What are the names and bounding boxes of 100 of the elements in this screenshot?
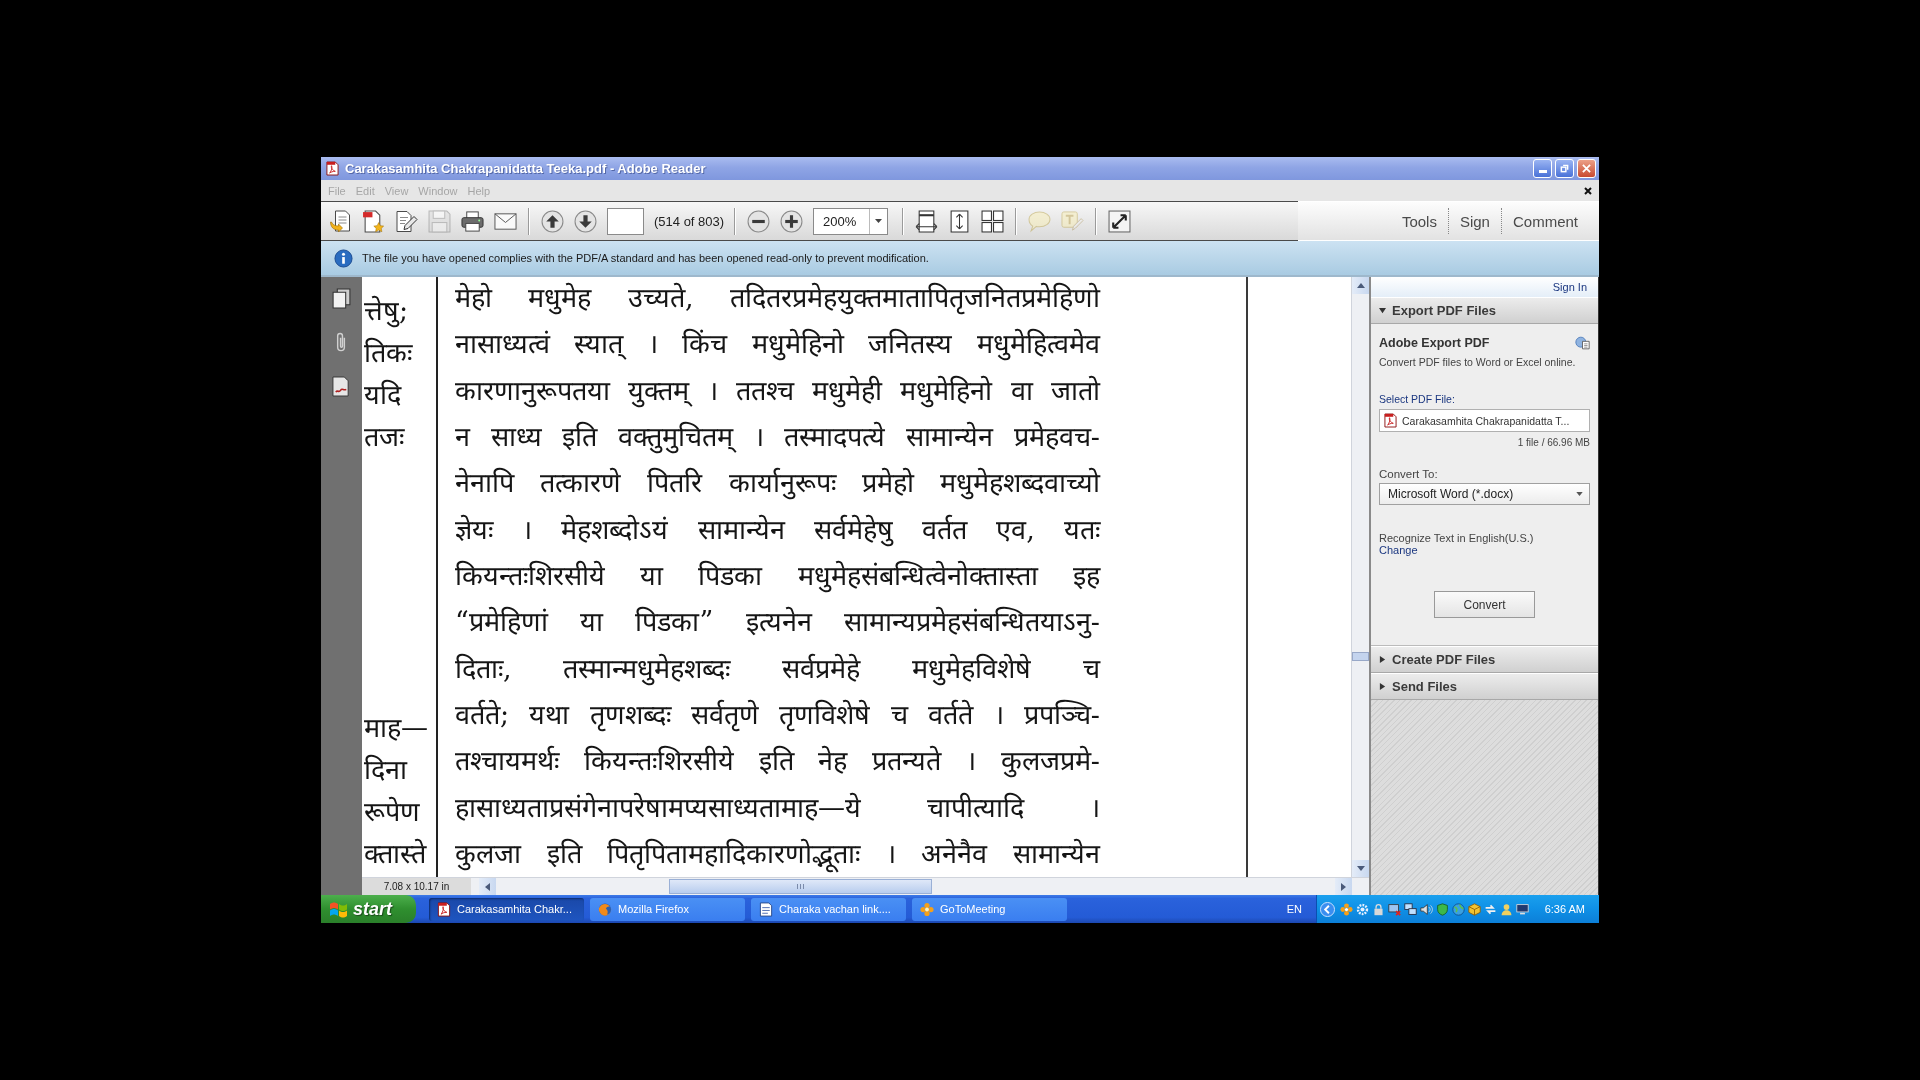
scroll-down-button[interactable] <box>1352 860 1369 877</box>
arrows-icon[interactable] <box>1484 902 1497 916</box>
scroll-up-button[interactable] <box>1352 277 1369 294</box>
page-count: (514 of 803) <box>654 213 725 229</box>
globe-icon[interactable] <box>1452 902 1465 916</box>
convert-button[interactable]: Convert <box>1434 591 1535 618</box>
info-icon <box>334 248 353 268</box>
text-line: ज्ञेयः । मेहशब्दोऽयं सामान्येन सर्वमेहेषु वर्तत एव, यतः <box>455 512 1100 549</box>
caret-down-icon <box>875 219 883 223</box>
taskbar-button[interactable]: Carakasamhita Chakr... <box>429 897 584 921</box>
close-icon <box>1582 164 1591 173</box>
section-header[interactable]: Create PDF Files <box>1371 646 1598 673</box>
scrollbar-thumb[interactable] <box>669 879 932 894</box>
text-line: “प्रमेहिणां या पिडका” इत्यनेन सामान्यप्रमेहसंबन्धितयाऽनु- <box>455 605 1100 641</box>
info-message: The file you have opened complies with the PDF/A standard and has been opened read-only to prevent modification. <box>362 252 929 264</box>
restore-button[interactable] <box>1555 159 1574 178</box>
section-header[interactable]: Export PDF Files <box>1371 297 1598 324</box>
expand-icon <box>1108 209 1132 233</box>
description-text: Convert PDF files to Word or Excel online. <box>1379 356 1577 368</box>
margin-text: तजः <box>364 420 406 454</box>
text-line: वर्तते; यथा तृणशब्दः सर्वतृणे तृणविशेषे च वर्तते । प्रपञ्चि- <box>455 697 1100 734</box>
field-label: Convert To: <box>1379 468 1439 480</box>
file-field[interactable]: Carakasamhita Chakrapanidatta T... <box>1379 409 1590 432</box>
restore-icon <box>1560 164 1569 173</box>
speaker-icon[interactable] <box>1420 902 1433 916</box>
margin-text: माह— <box>364 711 429 745</box>
close-button[interactable] <box>1577 159 1596 178</box>
change-link[interactable]: Change <box>1379 544 1418 556</box>
text-line: नेनापि तत्कारणे पितरि कार्यानुरूपः प्रमेहो मधुमेहशब्दवाच्यो <box>455 466 1100 502</box>
zoom-dropdown[interactable]: 200% <box>813 207 889 235</box>
page-number-field[interactable] <box>607 207 644 235</box>
text-line: मेहो मधुमेह उच्यते, तदितरप्रमेहयुक्तमातापितृजनितप्रमेहिणो <box>455 281 1100 317</box>
globe-icon <box>598 901 612 917</box>
signature-icon[interactable] <box>332 376 351 397</box>
window-title: Carakasamhita Chakrapanidatta Teeka.pdf - Adobe Reader <box>345 161 707 176</box>
flower-icon[interactable] <box>1340 902 1353 916</box>
minimize-button[interactable] <box>1533 159 1552 178</box>
pages-icon[interactable] <box>332 288 351 309</box>
document-star-icon <box>362 209 385 233</box>
text-line: तश्चायमर्थः कियन्तःशिरसीये इति नेह प्रतन्यते । कुलजप्रमे- <box>455 744 1100 780</box>
page-fit-icon <box>948 209 972 233</box>
flower-icon <box>920 901 934 917</box>
taskbar-button[interactable]: Charaka vachan link.... <box>751 897 906 921</box>
language-indicator[interactable]: EN <box>1286 903 1302 915</box>
text-pencil-icon <box>1061 209 1085 233</box>
pane-tab[interactable]: Comment <box>1501 208 1589 234</box>
pane-tab[interactable]: Sign <box>1448 208 1501 234</box>
text-line: न साध्य इति वक्तुमुचितम् । तस्मादपत्ये सामान्येन प्रमेहवच- <box>455 420 1100 456</box>
start-button[interactable]: start <box>321 895 416 923</box>
margin-text: यदि <box>364 378 403 412</box>
gear-icon[interactable] <box>1356 902 1369 916</box>
plus-icon <box>780 209 804 233</box>
down-arrow-icon <box>1356 866 1365 871</box>
page-grid-icon <box>981 209 1005 233</box>
text-line: कारणानुरूपतया युक्तम् । ततश्च मधुमेही मधुमेहिनो वा जातो <box>455 373 1100 410</box>
clock: 6:36 AM <box>1544 903 1585 915</box>
margin-text: त्तेषु; <box>364 294 410 330</box>
text-line: कियन्तःशिरसीये या पिडका मधुमेहसंबन्धित्वेनोक्तास्ता इह <box>455 558 1100 595</box>
lock-icon[interactable] <box>1372 902 1385 916</box>
taskbar-button[interactable]: GoToMeeting <box>912 897 1067 921</box>
file-size-text: 1 file / 66.96 MB <box>1516 437 1590 448</box>
minimize-icon <box>1538 170 1547 173</box>
globe-document-icon <box>1575 336 1590 350</box>
speech-bubble-icon <box>1028 209 1052 233</box>
network-icon[interactable] <box>1404 902 1417 916</box>
margin-text: तिकः <box>364 336 414 370</box>
chevron-left-icon[interactable] <box>1320 901 1335 917</box>
minus-icon <box>747 209 771 233</box>
left-arrow-icon <box>485 882 490 891</box>
text-line: नासाध्यत्वं स्यात् । किंच मधुमेहिनो जनितस्य मधुमेहित्वमेव <box>455 327 1100 363</box>
close-icon[interactable] <box>1584 186 1592 195</box>
scroll-right-button[interactable] <box>1335 878 1352 895</box>
taskbar-button[interactable]: Mozilla Firefox <box>590 897 745 921</box>
printer-icon <box>461 209 484 233</box>
panel-heading: Adobe Export PDF <box>1379 336 1490 350</box>
vertical-scrollbar[interactable] <box>1351 277 1369 877</box>
right-arrow-icon <box>1341 882 1346 891</box>
scrollbar-thumb[interactable] <box>1352 652 1369 661</box>
text-line: हासाध्यताप्रसंगेनापरेषामप्यसाध्यतामाह—ये चापीत्यादि । <box>455 790 1100 825</box>
field-label: Select PDF File: <box>1379 393 1456 405</box>
section-header[interactable]: Send Files <box>1371 673 1598 700</box>
caret-down-icon <box>1576 492 1583 496</box>
page-size-label: 7.08 x 10.17 in <box>362 878 471 895</box>
scroll-left-button[interactable] <box>479 878 496 895</box>
margin-text: क्तास्ते <box>364 837 428 871</box>
document-pencil-icon <box>395 209 418 233</box>
format-dropdown[interactable]: Microsoft Word (*.docx) <box>1379 483 1590 505</box>
ocr-language-text: Recognize Text in English(U.S.) <box>1379 532 1535 544</box>
page-width-icon <box>915 209 939 233</box>
document-icon <box>759 901 773 917</box>
cube-icon[interactable] <box>1468 902 1481 916</box>
sign-in-link[interactable]: Sign In <box>1552 281 1587 293</box>
up-arrow-icon <box>1356 283 1365 288</box>
margin-text: रूपेण <box>364 795 421 829</box>
monitor-icon[interactable] <box>1516 902 1529 916</box>
monitor-icon[interactable] <box>1388 902 1401 916</box>
margin-text: दिना <box>364 753 409 787</box>
pane-tab[interactable]: Tools <box>1390 208 1448 234</box>
text-line: कुलजा इति पितृपितामहादिकारणोद्भूताः । अनेनैव सामान्येन <box>455 833 1100 874</box>
pdf-icon <box>437 901 451 917</box>
